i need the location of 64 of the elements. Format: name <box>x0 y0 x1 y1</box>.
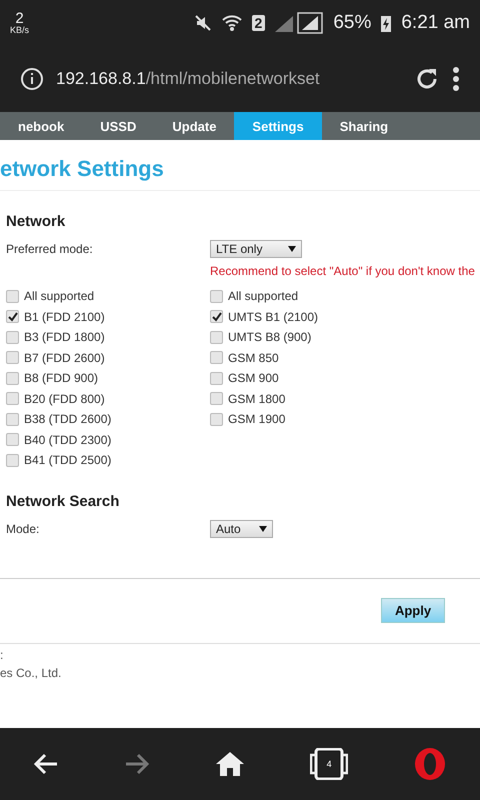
checkbox[interactable] <box>6 351 19 364</box>
band-label: B3 (FDD 1800) <box>24 330 105 344</box>
checkbox[interactable] <box>210 330 223 344</box>
preferred-mode-select[interactable]: LTE only <box>210 240 302 258</box>
checkbox[interactable] <box>6 290 19 303</box>
nav-tab[interactable]: Sharing <box>322 112 406 140</box>
muted-speaker-icon <box>194 14 212 32</box>
band-label: B41 (TDD 2500) <box>24 453 112 468</box>
wifi-icon <box>222 14 242 32</box>
speed-unit: KB/s <box>10 26 30 35</box>
band-label: B40 (TDD 2300) <box>24 432 112 447</box>
checkbox[interactable] <box>6 392 19 406</box>
page-title: etwork Settings <box>0 140 480 191</box>
more-icon[interactable] <box>452 67 460 91</box>
checkbox[interactable] <box>6 433 19 446</box>
checkbox[interactable] <box>6 372 19 385</box>
battery-percent: 65% <box>333 12 372 34</box>
checkbox[interactable] <box>210 392 223 406</box>
nav-tab[interactable]: USSD <box>82 112 154 140</box>
band-label: GSM 850 <box>228 350 279 365</box>
warning-text: Recommend to select "Auto" if you don't know the <box>210 264 474 278</box>
signal-icon <box>275 12 324 34</box>
band-label: All supported <box>228 289 298 304</box>
checkbox[interactable] <box>210 351 223 364</box>
home-icon[interactable] <box>214 751 245 777</box>
battery-charging-icon <box>381 14 392 32</box>
band-label: GSM 1900 <box>228 412 286 426</box>
checkbox[interactable] <box>210 412 223 426</box>
footer-text: : <box>0 648 4 662</box>
caret-icon <box>259 526 267 532</box>
nav-tab[interactable]: nebook <box>0 112 82 140</box>
band-label: B1 (FDD 2100) <box>24 310 105 324</box>
clock: 6:21 am <box>401 12 470 34</box>
mode-select[interactable]: Auto <box>210 520 273 538</box>
band-label: GSM 900 <box>228 371 279 386</box>
checkbox[interactable] <box>6 454 19 467</box>
nav-tab[interactable]: Update <box>154 112 234 140</box>
speed-value: 2 <box>15 11 24 26</box>
band-label: UMTS B8 (900) <box>228 330 312 344</box>
caret-icon <box>288 246 296 252</box>
forward-arrow-icon[interactable] <box>124 752 150 776</box>
band-label: B7 (FDD 2600) <box>24 350 105 365</box>
checkbox[interactable] <box>6 330 19 344</box>
checkbox[interactable] <box>6 412 19 426</box>
sim-badge: 2 <box>252 15 266 31</box>
band-label: B8 (FDD 900) <box>24 371 98 386</box>
info-icon[interactable] <box>20 67 44 91</box>
section-heading: Network Search <box>6 492 120 510</box>
band-label: UMTS B1 (2100) <box>228 310 318 324</box>
footer-text: es Co., Ltd. <box>0 666 62 680</box>
band-label: B38 (TDD 2600) <box>24 412 112 426</box>
back-arrow-icon[interactable] <box>32 752 59 776</box>
checkbox[interactable] <box>210 290 223 303</box>
field-label: Preferred mode: <box>6 242 94 256</box>
checkbox[interactable] <box>6 310 19 324</box>
band-label: All supported <box>24 289 94 304</box>
band-label: B20 (FDD 800) <box>24 392 105 406</box>
checkbox[interactable] <box>210 372 223 385</box>
apply-button[interactable]: Apply <box>381 598 445 623</box>
checkbox[interactable] <box>210 310 223 324</box>
browser-logo-icon[interactable] <box>413 747 448 781</box>
field-label: Mode: <box>6 522 40 536</box>
section-heading: Network <box>6 213 66 230</box>
band-label: GSM 1800 <box>228 392 286 406</box>
